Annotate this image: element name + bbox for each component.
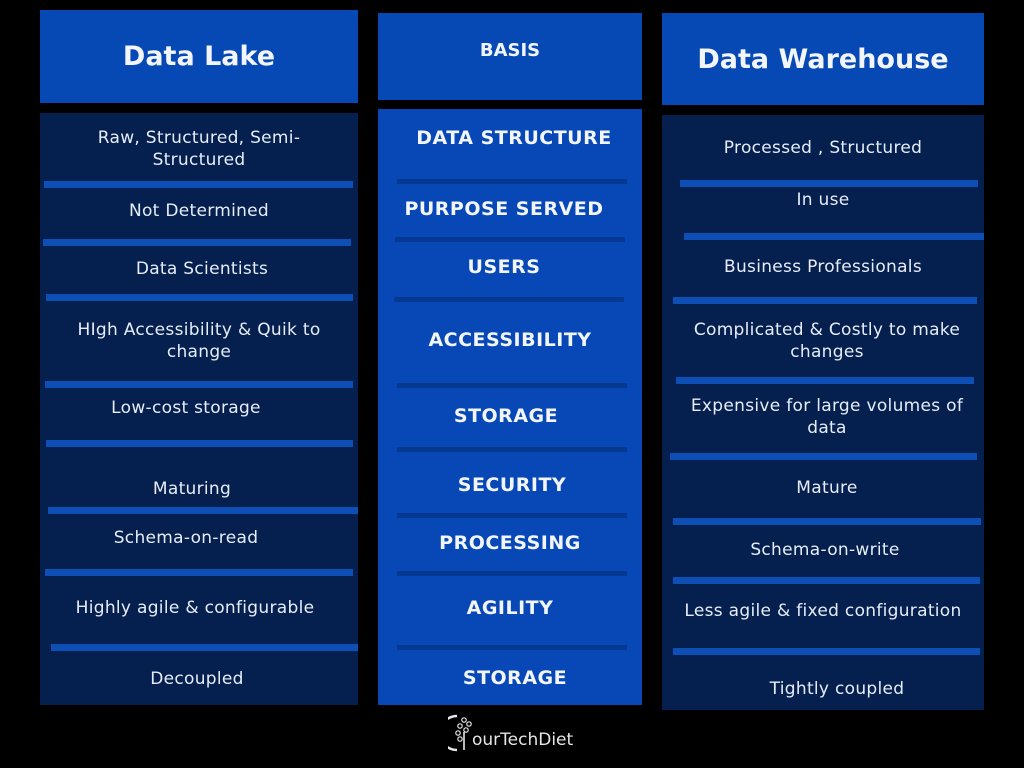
data-lake-cell-data-structure: Raw, Structured, Semi-Structured xyxy=(97,128,301,170)
row-divider xyxy=(46,440,353,447)
basis-cell-users: USERS xyxy=(467,256,541,278)
data-lake-header: Data Lake xyxy=(40,10,358,103)
row-divider xyxy=(394,297,624,302)
row-divider xyxy=(44,181,353,188)
data-lake-column: Raw, Structured, Semi-Structured Not Det… xyxy=(40,113,358,705)
data-warehouse-title: Data Warehouse xyxy=(697,43,949,75)
data-warehouse-cell-users: Business Professionals xyxy=(724,257,922,277)
basis-cell-processing: PROCESSING xyxy=(439,532,581,554)
data-lake-cell-accessibility: HIgh Accessibility & Quik to change xyxy=(77,320,321,362)
row-divider xyxy=(397,383,627,388)
row-divider xyxy=(46,294,353,301)
data-lake-cell-storage-coupling: Decoupled xyxy=(150,669,244,689)
basis-cell-storage: STORAGE xyxy=(453,405,559,427)
data-lake-cell-processing: Schema-on-read xyxy=(113,528,259,548)
basis-title: BASIS xyxy=(479,40,541,61)
row-divider xyxy=(676,377,974,384)
data-warehouse-cell-agility: Less agile & fixed configuration xyxy=(684,601,962,621)
basis-cell-accessibility: ACCESSIBILITY xyxy=(428,329,592,351)
data-warehouse-cell-storage: Expensive for large volumes of data xyxy=(690,396,964,438)
data-warehouse-cell-purpose: In use xyxy=(796,190,850,210)
basis-cell-purpose: PURPOSE SERVED xyxy=(404,198,604,220)
data-lake-cell-security: Maturing xyxy=(152,479,232,499)
data-lake-title: Data Lake xyxy=(122,41,276,72)
row-divider xyxy=(673,648,980,655)
data-warehouse-header: Data Warehouse xyxy=(662,13,984,105)
data-warehouse-column: Processed , Structured In use Business P… xyxy=(662,115,984,710)
data-warehouse-cell-accessibility: Complicated & Costly to make changes xyxy=(693,320,961,362)
data-lake-cell-storage: Low-cost storage xyxy=(111,398,261,418)
row-divider xyxy=(43,239,351,246)
row-divider xyxy=(670,453,977,460)
row-divider xyxy=(397,513,627,518)
basis-cell-security: SECURITY xyxy=(457,474,567,496)
row-divider xyxy=(680,180,978,187)
basis-cell-data-structure: DATA STRUCTURE xyxy=(416,127,612,149)
row-divider xyxy=(673,297,977,304)
data-lake-cell-agility: Highly agile & configurable xyxy=(75,598,315,618)
data-warehouse-cell-security: Mature xyxy=(796,478,858,498)
row-divider xyxy=(397,645,627,650)
row-divider xyxy=(673,577,980,584)
basis-header: BASIS xyxy=(378,13,642,100)
data-warehouse-cell-storage-coupling: Tightly coupled xyxy=(769,679,905,699)
basis-column: DATA STRUCTURE PURPOSE SERVED USERS ACCE… xyxy=(378,109,642,705)
brand-footer: ourTechDiet xyxy=(448,712,573,754)
data-warehouse-cell-data-structure: Processed , Structured xyxy=(723,138,923,158)
row-divider xyxy=(673,518,981,525)
row-divider xyxy=(45,569,353,576)
row-divider xyxy=(397,571,627,576)
row-divider xyxy=(395,237,625,242)
data-warehouse-cell-processing: Schema-on-write xyxy=(750,540,900,560)
row-divider xyxy=(397,447,627,452)
row-divider xyxy=(397,179,627,184)
basis-cell-agility: AGILITY xyxy=(466,597,554,619)
brand-name: ourTechDiet xyxy=(472,730,574,750)
row-divider xyxy=(45,381,353,388)
row-divider xyxy=(51,644,358,651)
data-lake-cell-purpose: Not Determined xyxy=(128,201,270,221)
basis-cell-storage-coupling: STORAGE xyxy=(462,667,568,689)
row-divider xyxy=(48,507,358,514)
row-divider xyxy=(684,233,984,240)
data-lake-cell-users: Data Scientists xyxy=(135,259,269,279)
tree-circuit-logo-icon xyxy=(448,714,472,752)
